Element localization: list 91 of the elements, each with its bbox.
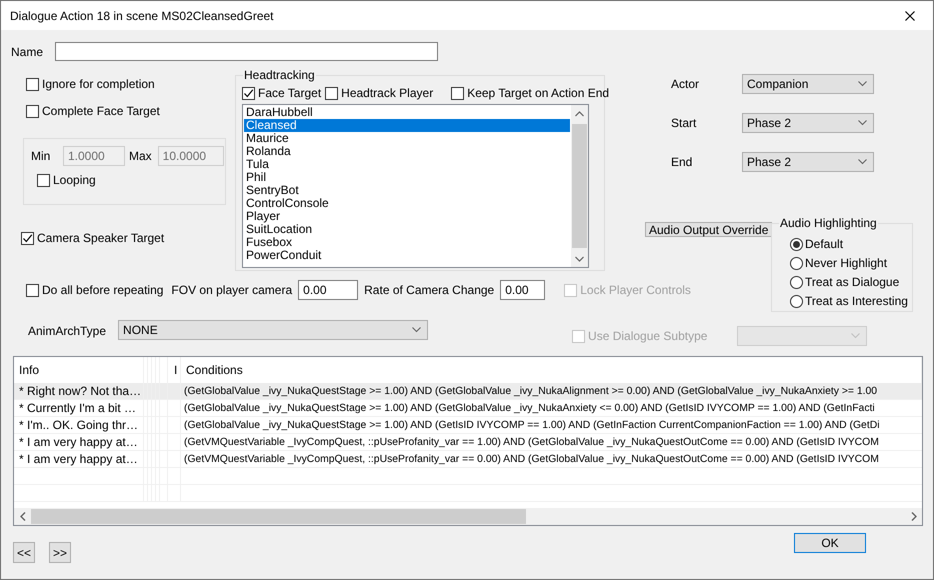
checkbox[interactable] [451,86,464,100]
radio-button[interactable] [790,276,803,288]
checkbox[interactable] [21,232,34,244]
table-cell-text: (GetGlobalValue _ivy_NukaQuestStage >= 1.00) AND (GetIsID IVYCOMP == 1.00) AND (GetInFaction CurrentCompanionFaction == 1.00) AND (GetDi [183,419,881,433]
chevron-right-icon[interactable] [910,512,916,521]
field-label: Name [11,44,44,58]
chevron-down-icon [858,120,867,126]
radio-label: Treat as Dialogue [805,275,900,289]
group-title: Audio Highlighting [779,216,878,230]
radio-label: Never Highlight [805,256,888,270]
table-row[interactable]: * I'm.. OK. Going thr… (GetGlobalValue _ivy_NukaQuestStage >= 1.00) AND (GetIsID IVYCOMP == 1.00) AND (GetInFaction CurrentCompanionFaction == 1.00) AND (GetDi [14,417,922,434]
field-label: End [671,155,694,169]
radio-button[interactable] [790,238,803,250]
chevron-left-icon[interactable] [20,512,26,521]
checkmark-icon [22,232,33,244]
table-cell-text: (GetGlobalValue _ivy_NukaQuestStage >= 1.00) AND (GetGlobalValue _ivy_NukaAnxiety <= 0.00) AND (GetIsID IVYCOMP == 1.00) AND (GetInFacti [183,402,876,416]
checkbox-label: Headtrack Player [341,86,434,100]
checkbox[interactable] [26,284,39,296]
table-cell-text: (GetVMQuestVariable _IvyCompQuest, ::pUseProfanity_var == 0.00) AND (GetGlobalValue _ivy_NukaQuestOutCome == 0.00) AND (GetIsID IVYCOM [183,453,880,467]
table-cell-text: (GetGlobalValue _ivy_NukaQuestStage >= 1.00) AND (GetGlobalValue _ivy_NukaAlignment >= 0.00) AND (GetGlobalValue _ivy_NukaAnxiety >= 1.00 [183,385,878,399]
list-item[interactable]: Tula [244,158,570,171]
table-row[interactable]: * Right now? Not tha… (GetGlobalValue _ivy_NukaQuestStage >= 1.00) AND (GetGlobalValue _ivy_NukaAlignment >= 0.00) AND (GetGlobalValue _ivy_NukaAnxiety >= 1.00 [14,383,922,400]
list-item[interactable]: Fusebox [244,236,570,249]
window-title: Dialogue Action 18 in scene MS02CleansedGreet [9,8,274,22]
dropdown[interactable]: Companion [742,74,874,94]
close-icon [905,10,915,20]
checkbox[interactable] [26,104,39,118]
checkbox-label: Keep Target on Action End [467,86,610,100]
group-title: Headtracking [243,68,316,82]
list-item[interactable]: SentryBot [244,184,570,197]
table-row[interactable]: * Currently I'm a bit … (GetGlobalValue _ivy_NukaQuestStage >= 1.00) AND (GetGlobalValue _ivy_NukaAnxiety <= 0.00) AND (GetIsID IVYCOMP == 1.00) AND (GetInFacti [14,400,922,417]
list-item[interactable]: Maurice [244,132,570,145]
dropdown[interactable]: Phase 2 [742,152,874,172]
nav-button[interactable]: >> [49,542,71,563]
table-cell-text: (GetVMQuestVariable _IvyCompQuest, ::pUseProfanity_var == 1.00) AND (GetGlobalValue _ivy_NukaQuestOutCome == 0.00) AND (GetIsID IVYCOM [183,436,880,450]
field-label: AnimArchType [28,324,106,338]
checkbox-label: Use Dialogue Subtype [588,329,708,343]
radio-button[interactable] [790,294,803,308]
field-label: Rate of Camera Change [364,283,494,297]
list-item[interactable]: Phil [244,171,570,184]
scrollbar[interactable] [571,105,588,267]
list-item[interactable]: DaraHubbell [244,106,570,119]
checkbox[interactable] [242,86,255,100]
field-label: Max [129,149,152,163]
chevron-up-icon[interactable] [575,110,584,116]
list-item[interactable]: ControlConsole [244,197,570,210]
checkbox[interactable] [26,78,39,90]
table-row[interactable]: * I am very happy at… (GetVMQuestVariable _IvyCompQuest, ::pUseProfanity_var == 1.00) AND (GetGlobalValue _ivy_NukaQuestOutCome == 0.00) AND (GetIsID IVYCOM [14,434,922,451]
field-label: Min [31,149,52,163]
chevron-down-icon [858,81,867,87]
dropdown[interactable]: NONE [118,320,428,340]
field-label: Actor [671,77,700,91]
scrollbar[interactable] [14,508,922,525]
table-cell: * I am very happy at… [14,434,144,451]
checkbox-label: Looping [53,173,96,187]
checkbox-label: Camera Speaker Target [37,231,164,245]
checkbox-label: Ignore for completion [42,77,155,91]
field-label: Start [671,116,698,130]
audio-output-override-button[interactable]: Audio Output Override [645,222,772,237]
scroll-thumb[interactable] [572,124,587,248]
list-item[interactable]: SuitLocation [244,223,570,236]
chevron-down-icon[interactable] [575,256,584,262]
checkbox[interactable] [325,86,338,100]
chevron-down-icon [858,159,867,165]
dropdown[interactable]: Phase 2 [742,113,874,133]
text-field[interactable]: 0.00 [298,280,358,300]
list-item[interactable]: Cleansed [244,119,570,132]
checkbox-label: Lock Player Controls [580,283,691,297]
nav-button[interactable]: << [13,542,35,563]
table-row[interactable]: * I am very happy at… (GetVMQuestVariable _IvyCompQuest, ::pUseProfanity_var == 0.00) AND (GetGlobalValue _ivy_NukaQuestOutCome == 0.00) AND (GetIsID IVYCOM [14,451,922,468]
radio-label: Treat as Interesting [805,294,908,308]
scroll-thumb[interactable] [31,509,526,524]
chevron-down-icon [851,333,860,339]
table-cell: * Right now? Not tha… [14,383,144,400]
list-item[interactable]: PowerConduit [244,249,570,262]
checkbox-label: Complete Face Target [42,104,160,118]
text-field[interactable]: 0.00 [500,280,546,300]
field-label: FOV on player camera [171,283,292,297]
list-item[interactable]: Player [244,210,570,223]
chevron-down-icon [412,327,422,333]
list-item[interactable]: Rolanda [244,145,570,158]
radio-button[interactable] [790,256,803,270]
table-cell: * I am very happy at… [14,451,144,468]
checkbox-label: Do all before repeating [42,283,164,297]
table-cell: * I'm.. OK. Going thr… [14,417,144,434]
table-cell: * Currently I'm a bit … [14,400,144,417]
text-field[interactable] [55,42,438,61]
ok-button[interactable]: OK [794,533,866,553]
radio-label: Default [805,237,844,251]
checkbox-label: Face Target [258,86,322,100]
checkmark-icon [243,88,254,98]
